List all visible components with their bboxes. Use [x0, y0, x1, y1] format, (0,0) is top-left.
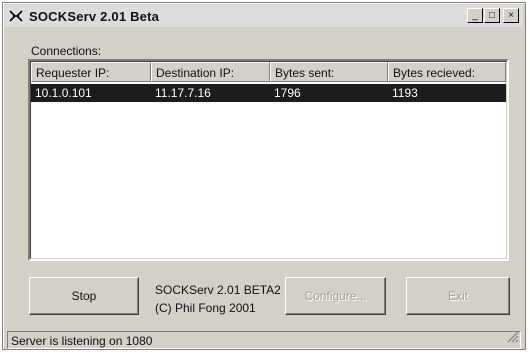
maximize-button[interactable]: □ [484, 8, 500, 23]
title-bar[interactable]: SOCKServ 2.01 Beta _ □ × [5, 5, 523, 27]
configure-button-label: Configure... [304, 289, 367, 303]
stop-button[interactable]: Stop [29, 277, 139, 315]
version-info: SOCKServ 2.01 BETA2 (C) Phil Fong 2001 [155, 281, 281, 317]
close-icon: × [508, 9, 514, 21]
column-header-destination-ip[interactable]: Destination IP: [151, 62, 270, 82]
app-icon [9, 10, 23, 22]
minimize-icon: _ [472, 9, 478, 21]
window-title: SOCKServ 2.01 Beta [29, 8, 160, 24]
minimize-button[interactable]: _ [467, 8, 483, 23]
column-header-bytes-received[interactable]: Bytes recieved: [388, 62, 506, 82]
column-header-bytes-sent[interactable]: Bytes sent: [270, 62, 388, 82]
status-bar: Server is listening on 1080 [7, 331, 521, 349]
exit-button-label: Exit [447, 289, 468, 303]
cell-destination-ip: 11.17.7.16 [155, 86, 211, 100]
close-button[interactable]: × [503, 8, 519, 23]
resize-grip-icon[interactable] [507, 331, 519, 343]
connections-list[interactable]: Requester IP: Destination IP: Bytes sent… [28, 59, 509, 261]
status-text: Server is listening on 1080 [11, 334, 153, 348]
version-line: SOCKServ 2.01 BETA2 [155, 283, 281, 297]
column-header-requester-ip[interactable]: Requester IP: [31, 62, 151, 82]
cell-bytes-received: 1193 [392, 86, 418, 100]
list-header: Requester IP: Destination IP: Bytes sent… [31, 62, 506, 82]
copyright-line: (C) Phil Fong 2001 [155, 301, 256, 315]
cell-requester-ip: 10.1.0.101 [35, 86, 92, 100]
connections-label: Connections: [31, 44, 102, 58]
cell-bytes-sent: 1796 [274, 86, 301, 100]
stop-button-label: Stop [71, 289, 97, 303]
configure-button[interactable]: Configure... [285, 277, 386, 315]
exit-button[interactable]: Exit [406, 277, 510, 315]
maximize-icon: □ [488, 9, 496, 21]
app-window: SOCKServ 2.01 Beta _ □ × Connections: Re… [2, 2, 526, 350]
table-row[interactable]: 10.1.0.101 11.17.7.16 1796 1193 [31, 84, 506, 102]
